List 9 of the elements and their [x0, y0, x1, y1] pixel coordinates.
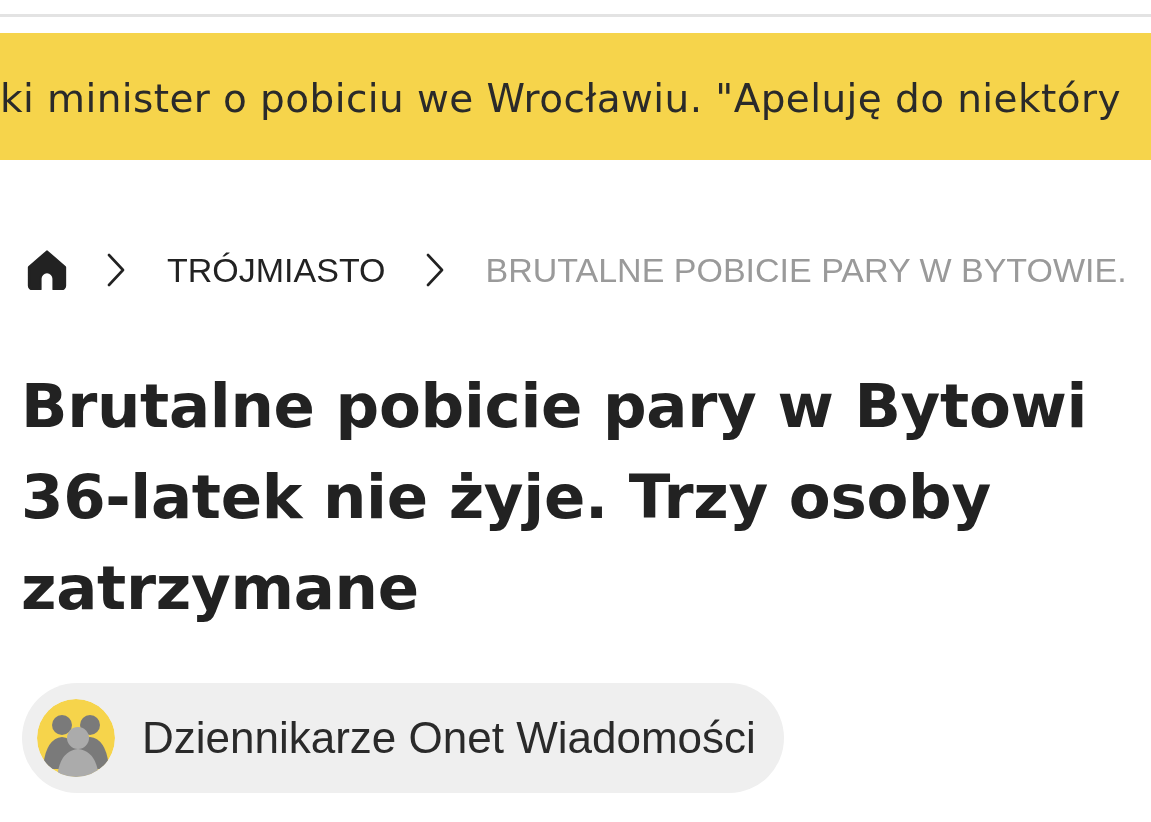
ticker-headline[interactable]: ki minister o pobiciu we Wrocławiu. "Apeluję do niektóry: [0, 76, 1121, 121]
author-link[interactable]: Dziennikarze Onet Wiadomości: [22, 683, 784, 793]
article-title: Brutalne pobicie pary w Bytowi 36-latek nie żyje. Trzy osoby zatrzymane: [21, 369, 1088, 625]
breadcrumb-current: BRUTALNE POBICIE PARY W BYTOWIE.: [485, 250, 1127, 290]
breadcrumb-link[interactable]: TRÓJMIASTO: [167, 250, 386, 290]
chevron-icon: [425, 253, 444, 287]
chevron-icon: [107, 253, 125, 287]
people-avatar-icon: [37, 699, 115, 777]
home-icon[interactable]: [27, 250, 67, 290]
